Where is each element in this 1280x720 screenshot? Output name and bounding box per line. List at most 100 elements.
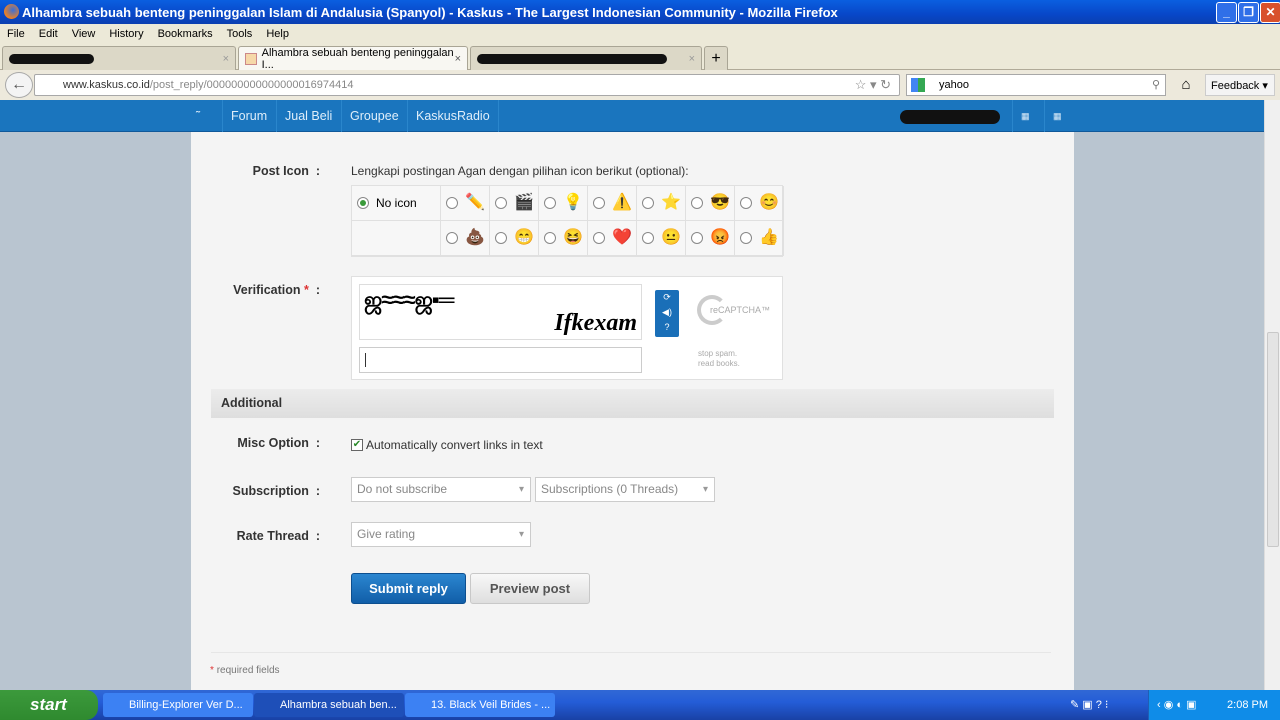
nav-forum[interactable]: Forum [222, 100, 275, 132]
radio-button[interactable] [593, 197, 605, 209]
search-input[interactable]: yahoo [939, 79, 969, 91]
radio-button[interactable] [642, 232, 654, 244]
task-firefox[interactable]: Alhambra sebuah ben... [254, 693, 404, 717]
menu-help[interactable]: Help [259, 28, 296, 40]
help-icon[interactable]: ? [655, 320, 679, 335]
close-tab-icon[interactable]: × [455, 53, 461, 65]
scrollbar-thumb[interactable] [1267, 332, 1279, 547]
url-path: /post_reply/000000000000000016974414 [149, 79, 354, 91]
nav-jual-beli[interactable]: Jual Beli [276, 100, 340, 132]
message-icon[interactable]: ▦ [1044, 100, 1070, 132]
required-fields-note: * required fields [210, 665, 280, 676]
post-icon-option[interactable]: ✏️ [441, 186, 490, 221]
no-icon-option[interactable]: No icon [352, 186, 441, 221]
post-icon-option[interactable]: ❤️ [588, 221, 637, 256]
post-icon-option[interactable]: ⭐ [637, 186, 686, 221]
angry-face-icon: 😡 [710, 229, 730, 246]
search-icon[interactable]: ⚲ [1152, 75, 1160, 95]
feedback-button[interactable]: Feedback ▾ [1205, 74, 1275, 96]
radio-button[interactable] [495, 197, 507, 209]
menu-edit[interactable]: Edit [32, 28, 65, 40]
heart-icon: ❤️ [612, 229, 632, 246]
subscriptions-folder-select[interactable]: Subscriptions (0 Threads) [535, 477, 715, 502]
radio-button[interactable] [642, 197, 654, 209]
convert-links-checkbox[interactable]: ✔ [351, 439, 363, 451]
windows-taskbar: start Billing-Explorer Ver D... Alhambra… [0, 690, 1280, 720]
radio-button[interactable] [593, 232, 605, 244]
misc-option-label: Misc Option : [237, 436, 320, 450]
thumbs-up-icon: 👍 [759, 229, 779, 246]
nav-groupee[interactable]: Groupee [341, 100, 407, 132]
radio-button[interactable] [740, 197, 752, 209]
post-icon-option[interactable]: 😎 [686, 186, 735, 221]
menu-file[interactable]: File [0, 28, 32, 40]
cool-face-icon: 😎 [710, 194, 730, 211]
kaskus-logo[interactable]: ˜ [188, 100, 220, 132]
preview-post-button[interactable]: Preview post [470, 573, 590, 604]
post-icon-option[interactable]: 😡 [686, 221, 735, 256]
back-button[interactable]: ← [5, 72, 33, 98]
captcha-input[interactable] [359, 347, 642, 373]
post-icon-option[interactable]: 👍 [735, 221, 784, 256]
clock: 2:08 PM [1227, 699, 1268, 711]
radio-button[interactable] [446, 197, 458, 209]
tray-icons[interactable]: ✎ ▣ ? ⁝ [1070, 690, 1108, 720]
no-icon-label: No icon [376, 196, 417, 210]
minimize-button[interactable]: _ [1216, 2, 1237, 23]
pencil-icon: ✏️ [465, 194, 485, 211]
task-billing-explorer[interactable]: Billing-Explorer Ver D... [103, 693, 253, 717]
post-icon-option[interactable]: 💡 [539, 186, 588, 221]
task-black-veil-brides[interactable]: 13. Black Veil Brides - ... [405, 693, 555, 717]
close-tab-icon[interactable]: × [223, 53, 229, 65]
radio-button[interactable] [691, 197, 703, 209]
menu-tools[interactable]: Tools [220, 28, 260, 40]
post-icon-option[interactable]: ⚠️ [588, 186, 637, 221]
audio-icon[interactable]: ◀) [655, 305, 679, 320]
additional-section-header: Additional [211, 389, 1054, 418]
tab-alhambra[interactable]: Alhambra sebuah benteng peninggalan I...… [238, 46, 468, 71]
radio-button[interactable] [446, 232, 458, 244]
search-bar[interactable]: yahoo ⚲ [906, 74, 1166, 96]
refresh-icon[interactable]: ⟳ [655, 290, 679, 305]
post-icon-hint: Lengkapi postingan Agan dengan pilihan i… [351, 164, 689, 178]
lightbulb-icon: 💡 [563, 194, 583, 211]
close-button[interactable]: ✕ [1260, 2, 1280, 23]
tab-redacted-2[interactable]: × [470, 46, 702, 70]
menu-bookmarks[interactable]: Bookmarks [151, 28, 220, 40]
bookmark-star-reload-icons[interactable]: ☆ ▾ ↻ [855, 75, 891, 95]
convert-links-option[interactable]: ✔ Automatically convert links in text [351, 438, 543, 452]
close-tab-icon[interactable]: × [689, 53, 695, 65]
post-icon-option[interactable]: 😐 [637, 221, 686, 256]
url-bar[interactable]: www.kaskus.co.id/post_reply/000000000000… [34, 74, 900, 96]
captcha-image: ஜ≈≈≈ஜ▪═ Ifkexam [359, 284, 642, 340]
rate-thread-label: Rate Thread : [236, 529, 320, 543]
radio-button[interactable] [544, 197, 556, 209]
rate-thread-select[interactable]: Give rating [351, 522, 531, 547]
post-icon-option[interactable]: 😆 [539, 221, 588, 256]
maximize-button[interactable]: ❐ [1238, 2, 1259, 23]
menu-view[interactable]: View [65, 28, 103, 40]
radio-button[interactable] [544, 232, 556, 244]
subscription-select[interactable]: Do not subscribe [351, 477, 531, 502]
home-button[interactable]: ⌂ [1172, 74, 1200, 96]
radio-selected[interactable] [357, 197, 369, 209]
post-icon-option[interactable]: 💩 [441, 221, 490, 256]
radio-button[interactable] [691, 232, 703, 244]
post-icon-option[interactable]: 😊 [735, 186, 784, 221]
post-icon-option[interactable]: 🎬 [490, 186, 539, 221]
menu-bar: File Edit View History Bookmarks Tools H… [0, 24, 1280, 43]
page-scrollbar[interactable] [1264, 100, 1280, 690]
tray-icons-right[interactable]: ‹ ◉ ◐ ▣ [1149, 690, 1196, 720]
start-button[interactable]: start [0, 690, 98, 720]
new-tab-button[interactable]: + [704, 46, 728, 70]
convert-links-label: Automatically convert links in text [366, 438, 543, 452]
notification-icon[interactable]: ▦ [1012, 100, 1038, 132]
submit-reply-button[interactable]: Submit reply [351, 573, 466, 604]
tab-redacted-1[interactable]: × [2, 46, 236, 70]
menu-history[interactable]: History [102, 28, 150, 40]
post-icon-option[interactable]: 😁 [490, 221, 539, 256]
radio-button[interactable] [740, 232, 752, 244]
nav-kaskusradio[interactable]: KaskusRadio [407, 100, 499, 132]
recaptcha-tagline: stop spam. read books. [698, 349, 740, 368]
radio-button[interactable] [495, 232, 507, 244]
